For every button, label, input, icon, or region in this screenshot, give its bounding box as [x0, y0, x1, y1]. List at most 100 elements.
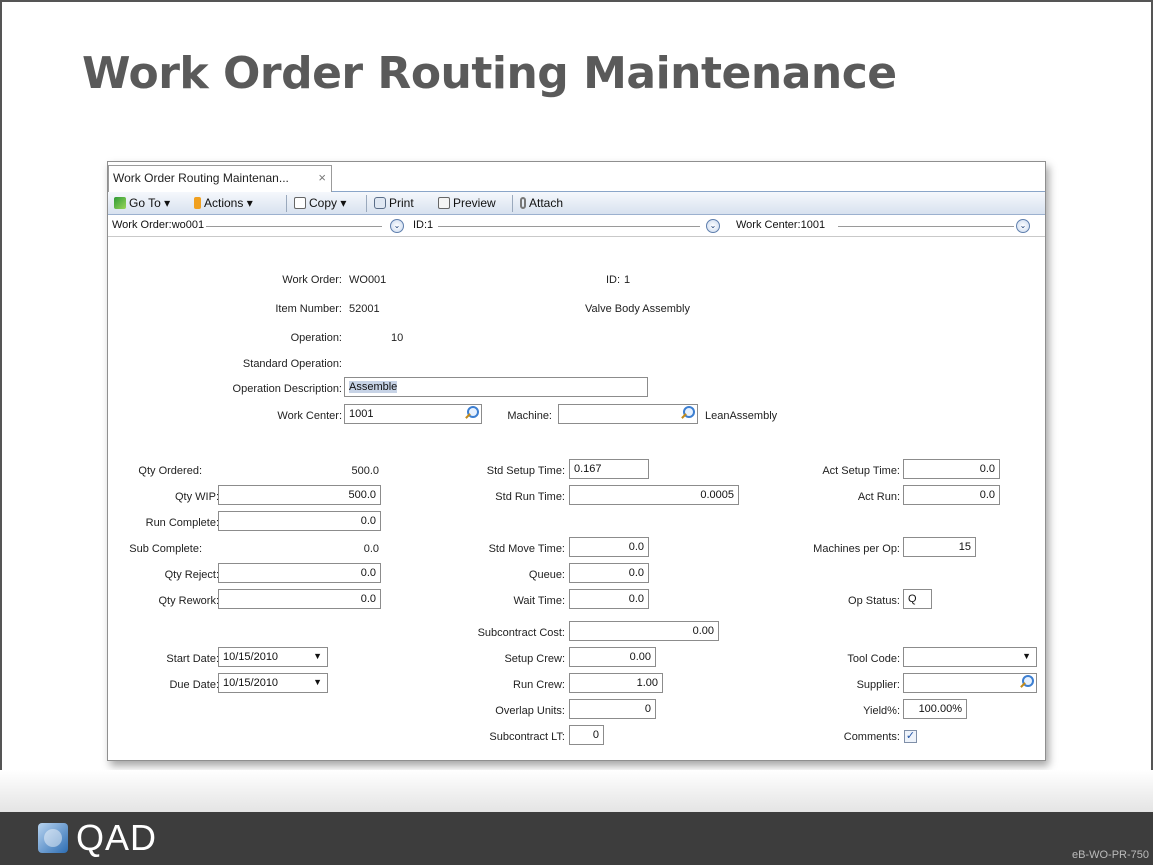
- std-move-time-label: Std Move Time:: [488, 543, 565, 555]
- chevron-down-icon: ▾: [246, 196, 253, 210]
- yield-field[interactable]: 100.00%: [903, 699, 967, 719]
- toolbar: Go To ▾ Actions ▾ Copy ▾ Print Preview A…: [108, 192, 1045, 215]
- qty-ordered-value: 500.0: [351, 465, 379, 477]
- qty-ordered-label: Qty Ordered:: [138, 465, 202, 477]
- supplier-field[interactable]: [903, 673, 1037, 693]
- chevron-down-icon: ▾: [340, 196, 347, 210]
- work-order-label: Work Order:: [282, 274, 342, 286]
- start-date-picker[interactable]: 10/15/2010 ▼: [218, 647, 328, 667]
- app-window: Work Order Routing Maintenan... × Go To …: [107, 161, 1046, 761]
- tab-strip: Work Order Routing Maintenan... ×: [108, 162, 1045, 192]
- item-description: Valve Body Assembly: [585, 303, 690, 315]
- tab-work-order-routing[interactable]: Work Order Routing Maintenan... ×: [108, 165, 332, 192]
- actions-icon: [194, 197, 201, 209]
- operation-description-label: Operation Description:: [232, 383, 342, 395]
- document-code: eB-WO-PR-750: [1071, 849, 1149, 861]
- goto-icon: [114, 197, 126, 209]
- comments-checkbox[interactable]: ✓: [904, 730, 917, 743]
- subcontract-cost-field[interactable]: 0.00: [569, 621, 719, 641]
- queue-field[interactable]: 0.0: [569, 563, 649, 583]
- machines-per-op-field[interactable]: 15: [903, 537, 976, 557]
- supplier-label: Supplier:: [856, 679, 900, 691]
- run-crew-label: Run Crew:: [513, 679, 565, 691]
- qty-wip-label: Qty WIP:: [175, 491, 219, 503]
- actions-button[interactable]: Actions ▾: [194, 196, 253, 210]
- printer-icon: [374, 197, 386, 209]
- attach-button[interactable]: Attach: [520, 196, 563, 210]
- qty-rework-field[interactable]: 0.0: [218, 589, 381, 609]
- op-status-label: Op Status:: [848, 595, 900, 607]
- close-icon[interactable]: ×: [318, 170, 326, 185]
- operation-description-field[interactable]: Assemble: [344, 377, 648, 397]
- search-icon[interactable]: [680, 406, 695, 420]
- id-value: 1: [624, 274, 631, 286]
- tool-code-select[interactable]: ▼: [903, 647, 1037, 667]
- act-setup-time-field[interactable]: 0.0: [903, 459, 1000, 479]
- selector-line: [838, 226, 1014, 227]
- run-crew-field[interactable]: 1.00: [569, 673, 663, 693]
- qad-logo-icon: [38, 823, 68, 853]
- machine-field[interactable]: [558, 404, 698, 424]
- qty-reject-field[interactable]: 0.0: [218, 563, 381, 583]
- copy-icon: [294, 197, 306, 209]
- dropdown-arrow-icon[interactable]: ▼: [313, 677, 322, 687]
- operation-value: 10: [391, 332, 404, 344]
- due-date-label: Due Date:: [169, 679, 219, 691]
- start-date-label: Start Date:: [166, 653, 219, 665]
- due-date-picker[interactable]: 10/15/2010 ▼: [218, 673, 328, 693]
- operation-description-value: Assemble: [349, 381, 398, 393]
- work-order-value: WO001: [349, 274, 387, 286]
- std-move-time-field[interactable]: 0.0: [569, 537, 649, 557]
- chevron-down-icon: ▾: [164, 196, 171, 210]
- sub-complete-label: Sub Complete:: [129, 543, 202, 555]
- overlap-units-label: Overlap Units:: [495, 705, 565, 717]
- search-icon[interactable]: [464, 406, 479, 420]
- std-setup-time-field[interactable]: 0.167: [569, 459, 649, 479]
- comments-label: Comments:: [843, 731, 900, 743]
- std-run-time-field[interactable]: 0.0005: [569, 485, 739, 505]
- work-center-label: Work Center:: [277, 410, 342, 422]
- print-button[interactable]: Print: [374, 196, 414, 210]
- act-run-label: Act Run:: [857, 491, 900, 503]
- queue-label: Queue:: [528, 569, 565, 581]
- selector-id: ID:1: [413, 219, 434, 231]
- overlap-units-field[interactable]: 0: [569, 699, 656, 719]
- work-center-description: LeanAssembly: [705, 410, 778, 422]
- subcontract-lt-label: Subcontract LT:: [489, 731, 565, 743]
- preview-button[interactable]: Preview: [438, 196, 496, 210]
- copy-button[interactable]: Copy ▾: [294, 196, 346, 210]
- qty-reject-label: Qty Reject:: [164, 569, 219, 581]
- qad-logo-text: QAD: [76, 817, 158, 858]
- machine-label: Machine:: [507, 410, 552, 422]
- dropdown-arrow-icon[interactable]: ▼: [313, 651, 322, 661]
- run-complete-label: Run Complete:: [145, 517, 219, 529]
- subcontract-cost-label: Subcontract Cost:: [477, 627, 565, 639]
- work-center-field[interactable]: 1001: [344, 404, 482, 424]
- goto-button[interactable]: Go To ▾: [114, 196, 170, 210]
- setup-crew-label: Setup Crew:: [504, 653, 565, 665]
- machines-per-op-label: Machines per Op:: [813, 543, 900, 555]
- record-selector-bar: Work Order:wo001 ⌄ ID:1 ⌄ Work Center:10…: [108, 215, 1045, 237]
- standard-operation-label: Standard Operation:: [242, 358, 342, 370]
- subcontract-lt-field[interactable]: 0: [569, 725, 604, 745]
- expand-work-order-icon[interactable]: ⌄: [390, 219, 404, 233]
- qty-wip-field[interactable]: 500.0: [218, 485, 381, 505]
- selector-line: [438, 226, 700, 227]
- dropdown-arrow-icon[interactable]: ▼: [1022, 651, 1031, 661]
- yield-label: Yield%:: [863, 705, 900, 717]
- qty-rework-label: Qty Rework:: [158, 595, 219, 607]
- expand-work-center-icon[interactable]: ⌄: [1016, 219, 1030, 233]
- expand-id-icon[interactable]: ⌄: [706, 219, 720, 233]
- act-run-field[interactable]: 0.0: [903, 485, 1000, 505]
- item-number-label: Item Number:: [275, 303, 342, 315]
- wait-time-label: Wait Time:: [513, 595, 565, 607]
- run-complete-field[interactable]: 0.0: [218, 511, 381, 531]
- sub-complete-value: 0.0: [363, 543, 379, 555]
- search-icon[interactable]: [1019, 675, 1034, 689]
- tool-code-label: Tool Code:: [847, 653, 900, 665]
- std-setup-time-label: Std Setup Time:: [486, 465, 565, 477]
- wait-time-field[interactable]: 0.0: [569, 589, 649, 609]
- slide-footer: QAD eB-WO-PR-750: [0, 812, 1153, 865]
- setup-crew-field[interactable]: 0.00: [569, 647, 656, 667]
- op-status-field[interactable]: Q: [903, 589, 932, 609]
